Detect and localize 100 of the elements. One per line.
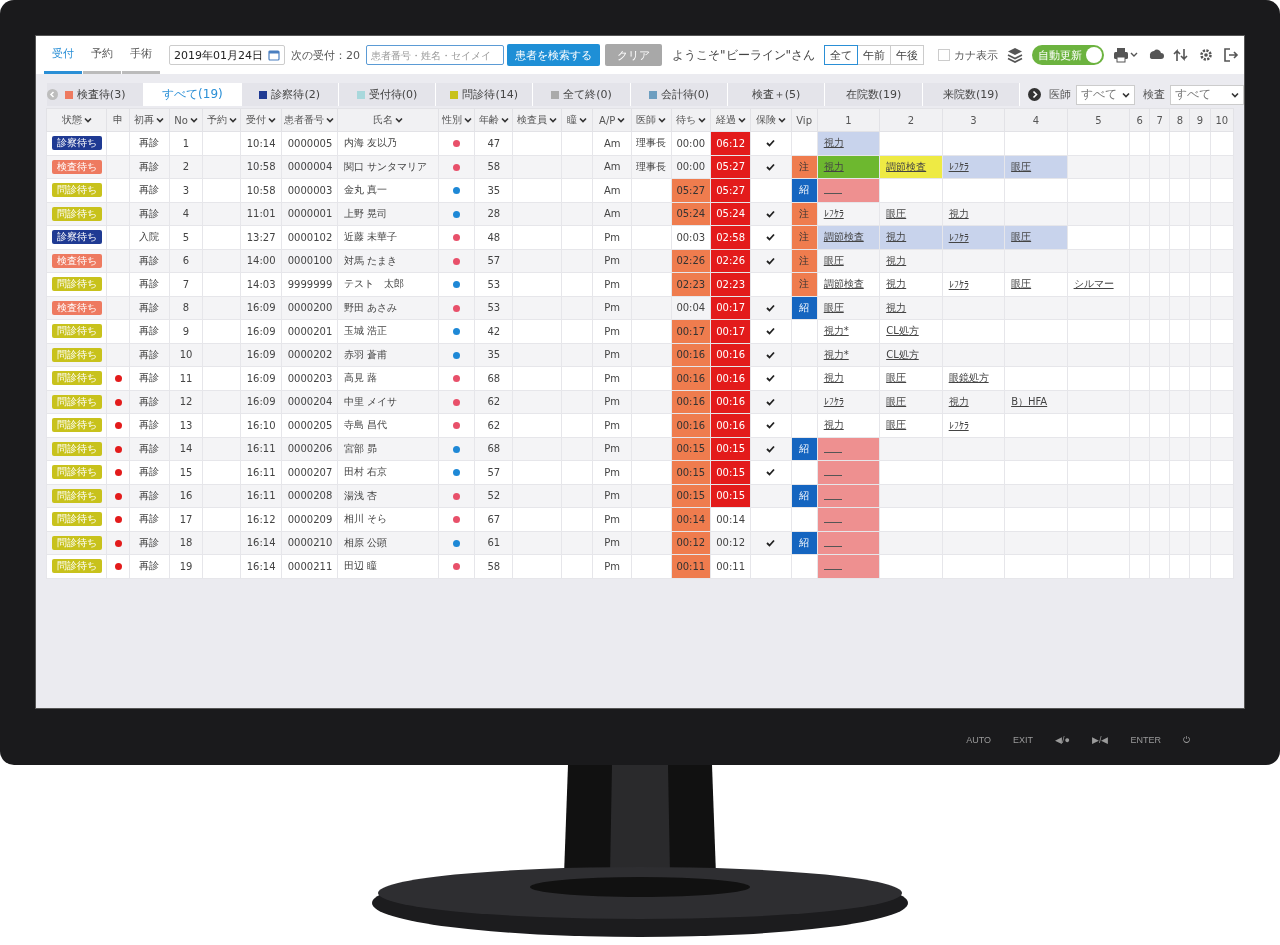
exam-link[interactable]: 視力 <box>886 231 907 243</box>
exam-link[interactable]: 眼圧 <box>823 254 844 266</box>
blank-link-line[interactable] <box>823 522 842 524</box>
blank-link-line[interactable] <box>823 475 842 477</box>
column-header[interactable]: 瞳 <box>561 108 593 132</box>
exam-link[interactable]: ﾚﾌｹﾗ <box>823 208 844 220</box>
column-header[interactable]: No <box>169 108 203 132</box>
blank-link-line[interactable] <box>823 545 842 547</box>
filter-tab[interactable]: 在院数(19) <box>825 83 923 106</box>
exam-link[interactable]: 眼圧 <box>1011 278 1032 290</box>
exam-link[interactable]: 視力 <box>823 372 844 384</box>
blank-link-line[interactable] <box>823 193 842 195</box>
table-cell: 57 <box>474 460 513 484</box>
date-field[interactable]: 2019年01月24日 <box>169 45 285 65</box>
sort-caret-icon[interactable] <box>268 117 277 123</box>
exam-link[interactable]: 眼圧 <box>886 419 907 431</box>
exam-link[interactable]: 視力 <box>948 395 969 407</box>
main-tab[interactable]: 予約 <box>83 36 121 74</box>
printer-icon[interactable] <box>1113 47 1140 63</box>
column-header[interactable]: 患者番号 <box>281 108 338 132</box>
column-header[interactable]: 性別 <box>438 108 475 132</box>
sort-caret-icon[interactable] <box>156 117 165 123</box>
exam-link[interactable]: 眼圧 <box>1011 160 1032 172</box>
sort-caret-icon[interactable] <box>549 117 558 123</box>
period-button[interactable]: 午後 <box>890 45 925 65</box>
sort-caret-icon[interactable] <box>228 117 237 123</box>
calendar-icon[interactable] <box>268 49 280 61</box>
caret-icon[interactable] <box>1122 91 1131 98</box>
filter-tab[interactable]: 来院数(19) <box>922 83 1020 106</box>
logout-icon[interactable] <box>1223 47 1240 63</box>
sort-caret-icon[interactable] <box>737 117 746 123</box>
column-header[interactable]: A/P <box>592 108 632 132</box>
period-button[interactable]: 午前 <box>857 45 892 65</box>
sort-caret-icon[interactable] <box>395 117 404 123</box>
filter-tab[interactable]: 会計待(0) <box>630 83 728 106</box>
layers-icon[interactable] <box>1007 47 1024 63</box>
settings-icon[interactable] <box>1198 47 1215 63</box>
column-header[interactable]: 保険 <box>750 108 792 132</box>
filter-tab[interactable]: 診察待(2) <box>241 83 339 106</box>
column-header[interactable]: 医師 <box>631 108 672 132</box>
filter-tab[interactable]: 検査待(3) <box>47 83 145 106</box>
exam-link[interactable]: 視力 <box>948 207 969 219</box>
column-header[interactable]: 状態 <box>46 108 107 132</box>
caret-icon[interactable] <box>1230 91 1239 98</box>
dropdown[interactable]: すべて <box>1170 84 1244 105</box>
column-header[interactable]: 氏名 <box>337 108 439 132</box>
exam-link[interactable]: 眼圧 <box>1011 231 1032 243</box>
exam-link[interactable]: 眼圧 <box>886 372 907 384</box>
sort-caret-icon[interactable] <box>83 117 92 123</box>
column-header[interactable]: 検査員 <box>512 108 562 132</box>
blank-link-line[interactable] <box>823 569 842 571</box>
column-header[interactable]: 年齢 <box>474 108 513 132</box>
search-button[interactable]: 患者を検索する <box>507 44 600 66</box>
exam-link[interactable]: 視力 <box>886 254 907 266</box>
status-badge[interactable]: 診察待ち <box>51 136 102 151</box>
column-header[interactable]: 予約 <box>202 108 241 132</box>
sort-caret-icon[interactable] <box>617 117 626 123</box>
period-button[interactable]: 全て <box>824 45 859 65</box>
sort-caret-icon[interactable] <box>189 117 198 123</box>
column-header[interactable]: 受付 <box>240 108 282 132</box>
exam-link[interactable]: ﾚﾌｹﾗ <box>948 278 969 290</box>
exam-link[interactable]: ﾚﾌｹﾗ <box>948 231 969 243</box>
filter-tab[interactable]: 問診待(14) <box>436 83 534 106</box>
exam-link[interactable]: 眼圧 <box>886 207 907 219</box>
exam-link[interactable]: 調節検査 <box>823 231 864 243</box>
sort-caret-icon[interactable] <box>326 117 335 123</box>
exam-link[interactable]: ﾚﾌｹﾗ <box>948 161 969 173</box>
column-header[interactable]: 待ち <box>671 108 711 132</box>
blank-link-line[interactable] <box>823 451 842 453</box>
exam-link[interactable]: 視力 <box>823 160 844 172</box>
swap-icon[interactable] <box>1173 47 1190 63</box>
scroll-right-icon[interactable] <box>1027 88 1041 101</box>
exam-link[interactable]: 視力 <box>886 278 907 290</box>
exam-link[interactable]: ﾚﾌｹﾗ <box>823 396 844 408</box>
filter-tab[interactable]: すべて(19) <box>144 83 242 106</box>
exam-link[interactable]: 調節検査 <box>886 160 927 172</box>
search-field[interactable]: 患者番号・姓名・セイメイ <box>366 45 504 65</box>
dropdown[interactable]: すべて <box>1075 84 1136 105</box>
column-header[interactable]: 経過 <box>710 108 751 132</box>
filter-tab[interactable]: 検査＋(5) <box>727 83 826 106</box>
filter-tab[interactable]: 受付待(0) <box>338 83 437 106</box>
exam-link[interactable]: 視力 <box>823 137 844 149</box>
exam-link[interactable]: ﾚﾌｹﾗ <box>948 419 969 431</box>
sort-caret-icon[interactable] <box>777 117 786 123</box>
checkbox[interactable] <box>938 49 951 61</box>
column-header[interactable]: 初再 <box>129 108 170 132</box>
main-tab[interactable]: 受付 <box>44 36 82 74</box>
sort-caret-icon[interactable] <box>578 117 587 123</box>
sort-caret-icon[interactable] <box>500 117 509 123</box>
exam-link[interactable]: 眼圧 <box>823 301 844 313</box>
sort-caret-icon[interactable] <box>697 117 706 123</box>
exam-link[interactable]: 視力 <box>886 301 907 313</box>
exam-link[interactable]: 眼圧 <box>886 395 907 407</box>
blank-link-line[interactable] <box>823 498 842 500</box>
filter-tab[interactable]: 全て終(0) <box>533 83 631 106</box>
status-badge[interactable]: 診察待ち <box>51 230 102 245</box>
sort-caret-icon[interactable] <box>658 117 667 123</box>
sort-caret-icon[interactable] <box>463 117 472 123</box>
main-tab[interactable]: 手術 <box>122 36 160 74</box>
exam-link[interactable]: 視力 <box>823 419 844 431</box>
